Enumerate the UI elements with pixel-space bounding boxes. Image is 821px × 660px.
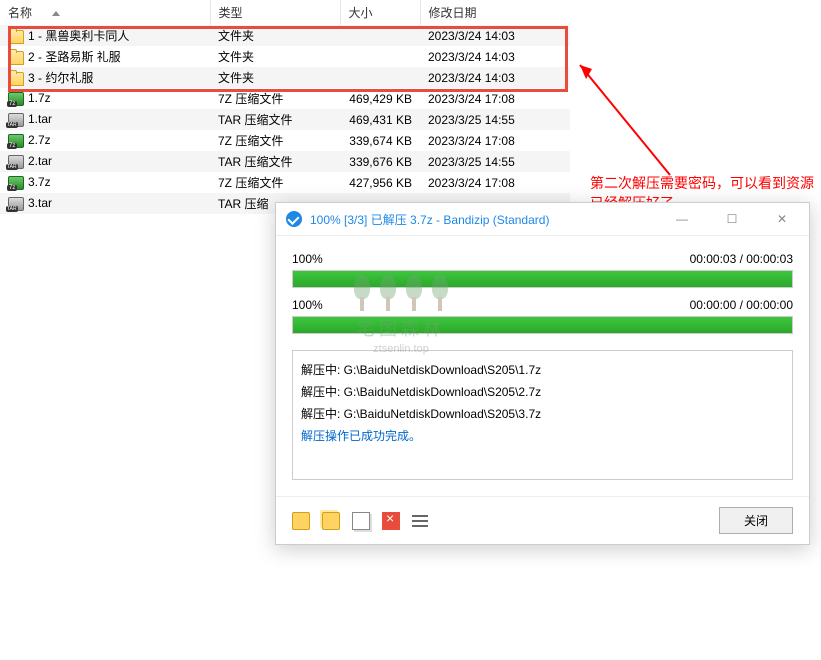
close-window-button[interactable]: ✕ [765, 209, 799, 229]
file-name: 3 - 约尔礼服 [28, 71, 93, 85]
file-list-table: 名称 类型 大小 修改日期 1 - 黑兽奥利卡同人文件夹2023/3/24 14… [0, 0, 570, 214]
file-date: 2023/3/24 17:08 [420, 88, 570, 109]
close-button[interactable]: 关闭 [719, 507, 793, 534]
progress-current-time: 00:00:00 / 00:00:00 [690, 298, 793, 312]
file-row[interactable]: 1.tar TAR 压缩文件469,431 KB2023/3/25 14:55 [0, 109, 570, 130]
progress-current: 100% 00:00:00 / 00:00:00 [292, 298, 793, 334]
file-size: 427,956 KB [340, 172, 420, 193]
file-size [340, 67, 420, 88]
dialog-app-icon [286, 211, 302, 227]
column-header-size[interactable]: 大小 [340, 0, 420, 25]
log-line: 解压中: G:\BaiduNetdiskDownload\S205\3.7z [301, 403, 784, 425]
progress-overall-percent: 100% [292, 252, 323, 266]
progress-overall: 100% 00:00:03 / 00:00:03 [292, 252, 793, 288]
file-size: 469,429 KB [340, 88, 420, 109]
copy-icon[interactable] [352, 512, 370, 530]
delete-icon[interactable] [382, 512, 400, 530]
log-success-line: 解压操作已成功完成。 [301, 425, 784, 447]
minimize-button[interactable]: — [665, 209, 699, 229]
log-output[interactable]: 解压中: G:\BaiduNetdiskDownload\S205\1.7z 解… [292, 350, 793, 480]
folder-icon [8, 72, 24, 86]
maximize-button[interactable]: ☐ [715, 209, 749, 229]
menu-icon[interactable] [412, 512, 430, 530]
file-row[interactable]: 1 - 黑兽奥利卡同人 文件夹 2023/3/24 14:03 [0, 25, 570, 46]
tar-icon [8, 155, 24, 169]
file-type: 文件夹 [210, 67, 340, 88]
annotation-arrow-icon [570, 55, 680, 185]
file-date: 2023/3/25 14:55 [420, 109, 570, 130]
file-row[interactable]: 2.7z 7Z 压缩文件339,674 KB2023/3/24 17:08 [0, 130, 570, 151]
file-row[interactable]: 2.tar TAR 压缩文件339,676 KB2023/3/25 14:55 [0, 151, 570, 172]
column-header-date[interactable]: 修改日期 [420, 0, 570, 25]
file-size [340, 46, 420, 67]
file-date: 2023/3/25 14:55 [420, 151, 570, 172]
progress-overall-time: 00:00:03 / 00:00:03 [690, 252, 793, 266]
open-folder-icon[interactable] [292, 512, 310, 530]
tar-icon [8, 113, 24, 127]
file-date: 2023/3/24 17:08 [420, 172, 570, 193]
file-name: 3.tar [28, 196, 52, 210]
file-row[interactable]: 3.7z 7Z 压缩文件427,956 KB2023/3/24 17:08 [0, 172, 570, 193]
file-date: 2023/3/24 14:03 [420, 67, 570, 88]
file-name: 1 - 黑兽奥利卡同人 [28, 29, 129, 43]
bandizip-dialog: 100% [3/3] 已解压 3.7z - Bandizip (Standard… [275, 202, 810, 545]
file-type: 文件夹 [210, 46, 340, 67]
progress-bar-current [292, 316, 793, 334]
file-name: 3.7z [28, 175, 51, 189]
file-name: 2.7z [28, 133, 51, 147]
column-header-type[interactable]: 类型 [210, 0, 340, 25]
file-type: TAR 压缩文件 [210, 109, 340, 130]
file-type: 7Z 压缩文件 [210, 88, 340, 109]
file-row[interactable]: 2 - 圣路易斯 礼服 文件夹 2023/3/24 14:03 [0, 46, 570, 67]
table-header-row: 名称 类型 大小 修改日期 [0, 0, 570, 25]
open-target-folder-icon[interactable] [322, 512, 340, 530]
file-date: 2023/3/24 14:03 [420, 25, 570, 46]
file-size: 339,674 KB [340, 130, 420, 151]
7z-icon [8, 176, 24, 190]
dialog-titlebar[interactable]: 100% [3/3] 已解压 3.7z - Bandizip (Standard… [276, 203, 809, 236]
file-size: 339,676 KB [340, 151, 420, 172]
file-size: 469,431 KB [340, 109, 420, 130]
file-date: 2023/3/24 17:08 [420, 130, 570, 151]
file-row[interactable]: 1.7z 7Z 压缩文件469,429 KB2023/3/24 17:08 [0, 88, 570, 109]
tar-icon [8, 197, 24, 211]
folder-icon [8, 51, 24, 65]
file-size [340, 25, 420, 46]
file-name: 1.tar [28, 112, 52, 126]
folder-icon [8, 30, 24, 44]
progress-current-percent: 100% [292, 298, 323, 312]
file-date: 2023/3/24 14:03 [420, 46, 570, 67]
log-line: 解压中: G:\BaiduNetdiskDownload\S205\1.7z [301, 359, 784, 381]
file-name: 1.7z [28, 91, 51, 105]
column-header-name[interactable]: 名称 [0, 0, 210, 25]
7z-icon [8, 134, 24, 148]
file-type: TAR 压缩文件 [210, 151, 340, 172]
file-name: 2 - 圣路易斯 礼服 [28, 50, 121, 64]
file-type: 7Z 压缩文件 [210, 172, 340, 193]
file-type: 文件夹 [210, 25, 340, 46]
log-line: 解压中: G:\BaiduNetdiskDownload\S205\2.7z [301, 381, 784, 403]
file-row[interactable]: 3 - 约尔礼服 文件夹 2023/3/24 14:03 [0, 67, 570, 88]
dialog-title: 100% [3/3] 已解压 3.7z - Bandizip (Standard… [310, 211, 665, 228]
progress-bar-overall [292, 270, 793, 288]
sort-indicator-icon [52, 11, 60, 16]
file-type: 7Z 压缩文件 [210, 130, 340, 151]
file-name: 2.tar [28, 154, 52, 168]
7z-icon [8, 92, 24, 106]
